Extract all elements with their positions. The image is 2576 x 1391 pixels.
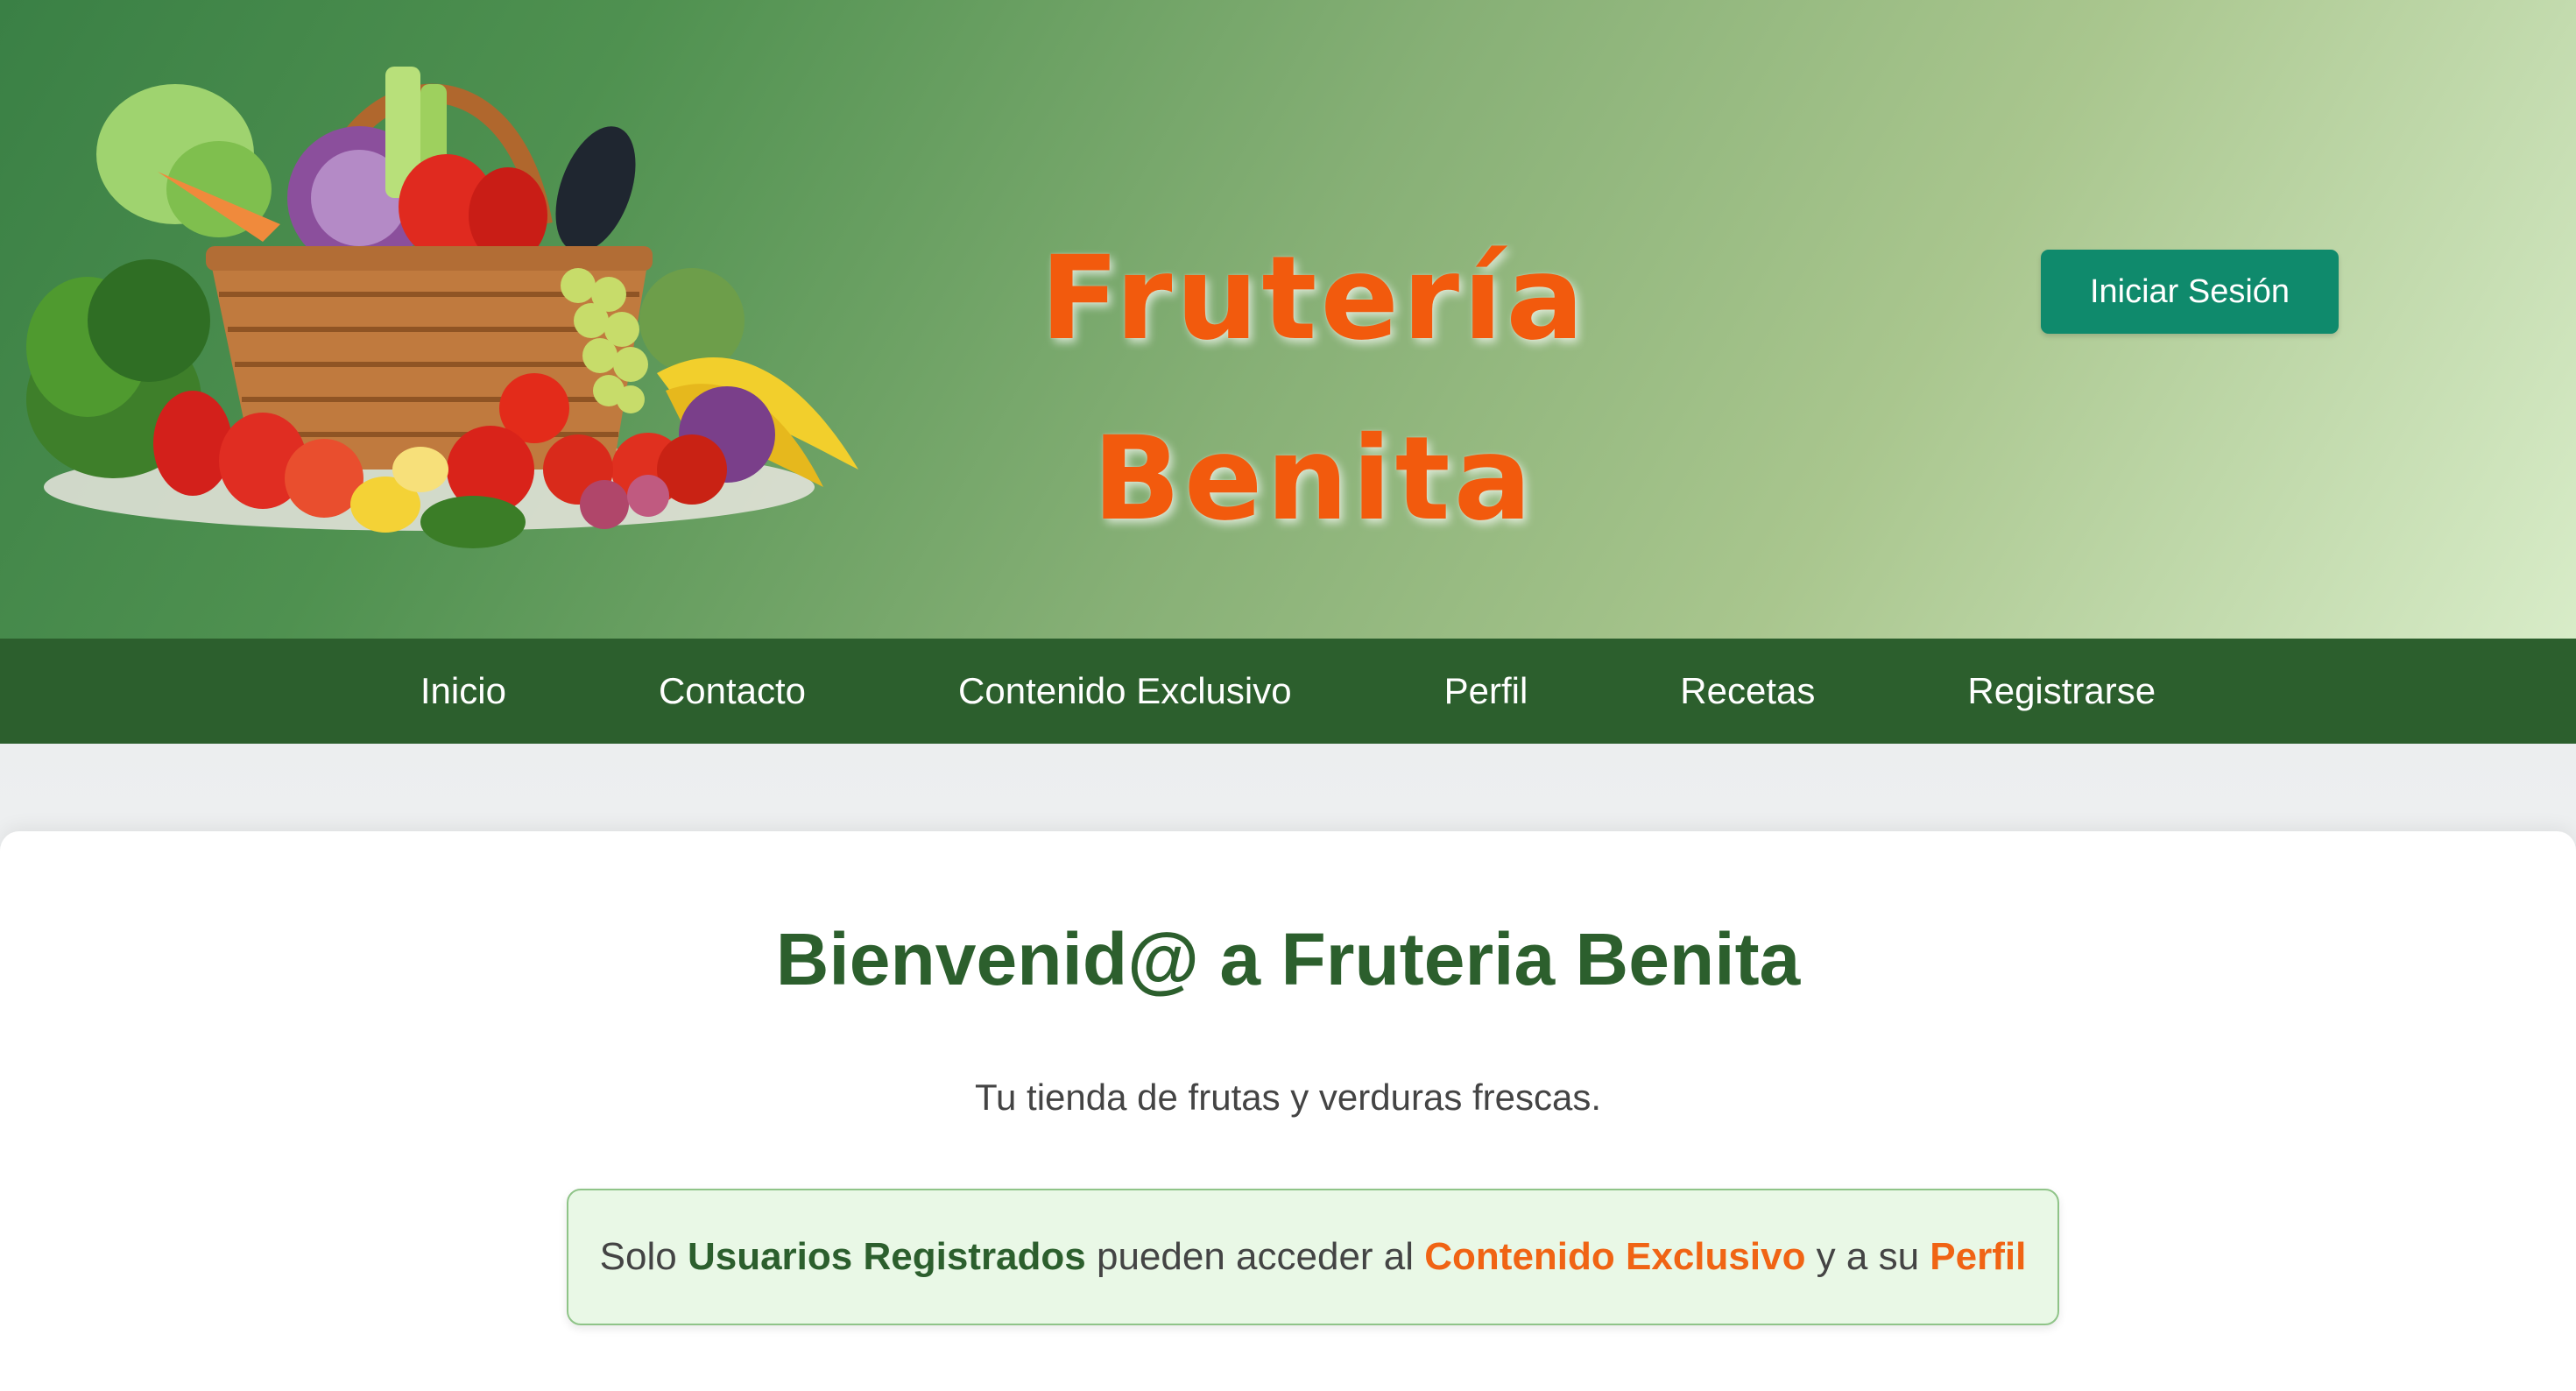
main-navigation: Inicio Contacto Contenido Exclusivo Perf…	[0, 639, 2576, 744]
brand-title: Frutería Benita	[1040, 231, 1588, 547]
nav-link-recetas[interactable]: Recetas	[1604, 670, 1891, 712]
nav-link-perfil[interactable]: Perfil	[1368, 670, 1605, 712]
notice-exclusive-content: Contenido Exclusivo	[1424, 1235, 1806, 1278]
site-header: Frutería Benita Iniciar Sesión	[0, 0, 2576, 639]
login-button[interactable]: Iniciar Sesión	[2041, 250, 2339, 334]
registered-users-notice: Solo Usuarios Registrados pueden acceder…	[567, 1189, 2059, 1325]
tagline: Tu tienda de frutas y verduras frescas.	[974, 1077, 1602, 1118]
welcome-heading: Bienvenid@ a Fruteria Benita	[775, 918, 1801, 1000]
nav-link-contacto[interactable]: Contacto	[582, 670, 882, 712]
notice-text-part1: Solo	[599, 1235, 688, 1278]
notice-text-part3: y a su	[1805, 1235, 1930, 1278]
fruit-vegetable-basket-image	[26, 67, 858, 548]
notice-registered-users: Usuarios Registrados	[687, 1235, 1086, 1278]
nav-link-contenido-exclusivo[interactable]: Contenido Exclusivo	[882, 670, 1368, 712]
notice-text-part2: pueden acceder al	[1085, 1235, 1425, 1278]
notice-profile: Perfil	[1930, 1235, 2027, 1278]
nav-link-inicio[interactable]: Inicio	[344, 670, 582, 712]
nav-link-registrarse[interactable]: Registrarse	[1891, 670, 2232, 712]
